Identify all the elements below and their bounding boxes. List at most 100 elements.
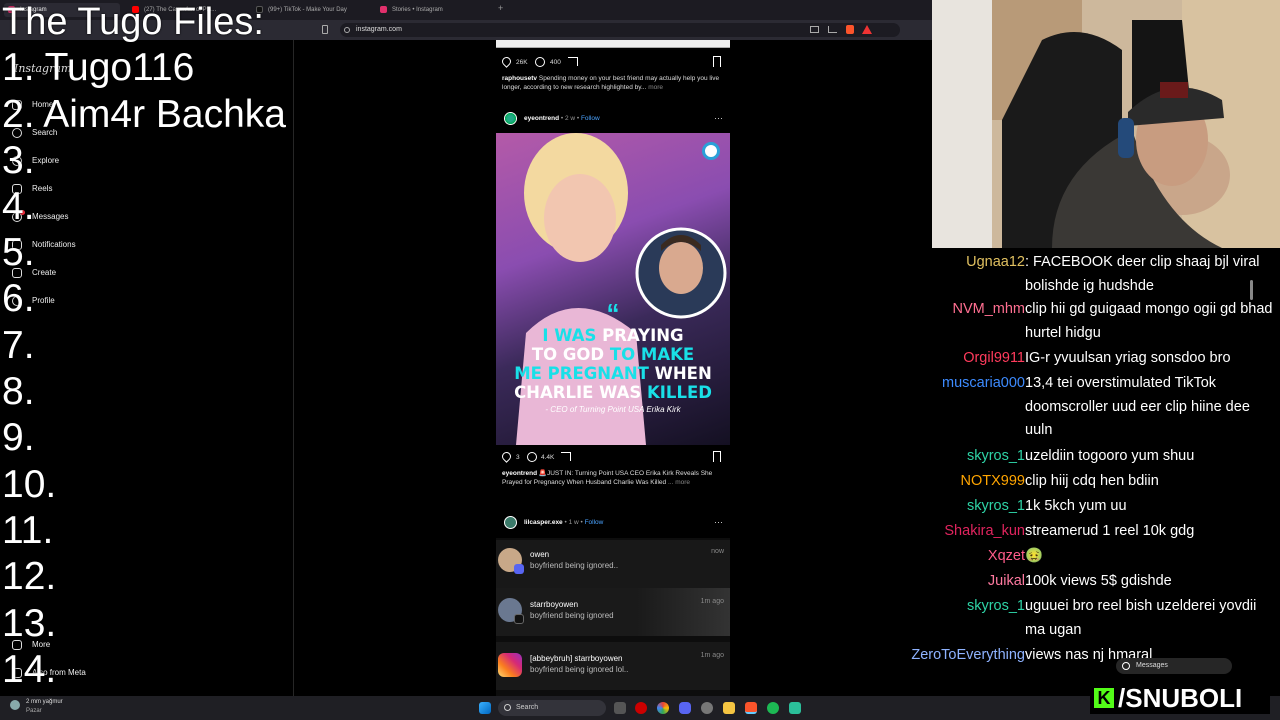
weather-icon[interactable]	[10, 700, 20, 710]
rewards-icon[interactable]	[862, 25, 872, 34]
nav-explore[interactable]: Explore	[12, 155, 59, 167]
like-count: 3	[516, 454, 520, 461]
caption-username[interactable]: raphousetv	[502, 75, 537, 82]
spotify-icon[interactable]	[767, 702, 779, 714]
headline-part: TO MAKE	[609, 345, 695, 364]
instagram-feed: 26K 400 raphousetv Spending money on you…	[496, 40, 730, 696]
task-view-icon[interactable]	[614, 702, 626, 714]
meta-icon	[12, 668, 22, 678]
weather-text[interactable]: 2 mm yağmur	[26, 699, 63, 705]
share-icon[interactable]	[561, 452, 571, 461]
chat-username[interactable]: Ugnaa12	[966, 251, 1025, 275]
nav-label: Create	[32, 268, 57, 277]
taskbar-search[interactable]: Search	[498, 700, 606, 716]
tab-stories[interactable]: Stories • Instagram	[376, 3, 492, 17]
like-icon[interactable]	[500, 55, 513, 68]
follow-button[interactable]: Follow	[581, 115, 600, 122]
brave-shield-icon[interactable]	[846, 25, 854, 34]
chat-message: Orgil9911 IG-r yvuulsan yriag sonsdoo bro	[880, 347, 1280, 372]
save-icon[interactable]	[713, 451, 721, 462]
tab-youtube[interactable]: (27) The Cave: A... of Pla...	[128, 3, 244, 17]
taskbar: 2 mm yağmur Pazar Search	[0, 696, 1280, 720]
chat-username[interactable]: skyros_1	[967, 495, 1025, 519]
avatar[interactable]	[504, 112, 517, 125]
windows-start-icon[interactable]	[479, 702, 491, 714]
post-image[interactable]: owen boyfriend being ignored.. now starr…	[496, 538, 730, 696]
chat-message: muscaria000 13,4 tei overstimulated TikTo…	[880, 372, 1280, 446]
instagram-icon	[8, 6, 15, 13]
post-age: • 2 w •	[560, 115, 580, 122]
chat-username[interactable]: Shakira_kun	[944, 520, 1025, 544]
quote-attribution: - CEO of Turning Point USA Erika Kirk	[545, 405, 681, 414]
more-options-icon[interactable]: ···	[714, 517, 723, 527]
site-info-icon[interactable]	[344, 27, 350, 33]
folder-icon[interactable]	[723, 702, 735, 714]
chat-username[interactable]: Juikal	[988, 570, 1025, 594]
post-image[interactable]: “ I WAS PRAYING TO GOD TO MAKE ME PREGNA…	[496, 133, 730, 445]
chrome-icon[interactable]	[657, 702, 669, 714]
chat-text: streamerud 1 reel 10k gdg	[1025, 523, 1195, 539]
screen-icon[interactable]	[810, 26, 819, 33]
follow-button[interactable]: Follow	[585, 519, 604, 526]
chat-username[interactable]: NOTX999	[961, 470, 1025, 494]
notification-time: 1m ago	[700, 598, 724, 605]
post-username[interactable]: lilcasper.exe	[524, 519, 563, 526]
post-header: lilcasper.exe • 1 w • Follow	[524, 518, 603, 527]
nav-more[interactable]: More	[12, 639, 50, 651]
app-icon[interactable]	[789, 702, 801, 714]
more-link[interactable]: ... more	[668, 479, 690, 486]
chat-username[interactable]: ZeroToEverything	[911, 644, 1025, 668]
bookmark-icon[interactable]	[322, 25, 328, 34]
nav-home[interactable]: Home	[12, 99, 53, 111]
headline-part: KILLED	[647, 383, 712, 402]
caption-username[interactable]: eyeontrend	[502, 470, 537, 477]
new-tab-button[interactable]: +	[498, 3, 503, 13]
chat-message: Shakira_kun streamerud 1 reel 10k gdg	[880, 520, 1280, 545]
share-icon[interactable]	[828, 26, 837, 33]
chat-text: 13,4 tei overstimulated TikTok doomscrol…	[1025, 375, 1250, 438]
comment-icon[interactable]	[535, 57, 545, 67]
nav-reels[interactable]: Reels	[12, 183, 52, 195]
tab-tiktok[interactable]: (99+) TikTok - Make Your Day	[252, 3, 368, 17]
nav-also-from-meta[interactable]: Also from Meta	[12, 667, 86, 679]
comment-icon[interactable]	[527, 452, 537, 462]
chat-message: skyros_1 uguuei bro reel bish uzelderei y…	[880, 595, 1280, 644]
discord-icon[interactable]	[679, 702, 691, 714]
notification-message: boyfriend being ignored	[530, 611, 614, 620]
plus-icon	[12, 268, 22, 278]
chat-message: skyros_1 1k 5kch yum uu	[880, 495, 1280, 520]
brave-icon[interactable]	[745, 702, 757, 714]
headline-part: WHEN	[654, 364, 712, 383]
nav-profile[interactable]: Profile	[12, 295, 55, 307]
tab-label: (27) The Cave: A... of Pla...	[144, 7, 217, 13]
avatar[interactable]	[504, 516, 517, 529]
post-username[interactable]: eyeontrend	[524, 115, 559, 122]
chat-username[interactable]: muscaria000	[942, 372, 1025, 396]
chat-scrollbar[interactable]	[1250, 280, 1253, 300]
instagram-logo[interactable]: Instagram	[14, 62, 71, 75]
steam-icon[interactable]	[701, 702, 713, 714]
chat-username[interactable]: Orgil9911	[963, 347, 1025, 371]
messages-pill[interactable]: Messages	[1116, 658, 1232, 674]
share-icon[interactable]	[568, 57, 578, 66]
chat-username[interactable]: skyros_1	[967, 595, 1025, 619]
nav-messages[interactable]: Messages	[12, 210, 68, 223]
chat-message: Juikal 100k views 5$ gdishde	[880, 570, 1280, 595]
save-icon[interactable]	[713, 56, 721, 67]
more-link[interactable]: more	[648, 84, 663, 91]
opera-icon[interactable]	[635, 702, 647, 714]
chat-text: 1k 5kch yum uu	[1025, 498, 1127, 514]
reels-icon	[12, 184, 22, 194]
chat-username[interactable]: Xqzet	[988, 545, 1025, 569]
more-options-icon[interactable]: ···	[714, 113, 723, 123]
chat-username[interactable]: skyros_1	[967, 445, 1025, 469]
nav-create[interactable]: Create	[12, 267, 56, 279]
nav-search[interactable]: Search	[12, 127, 57, 139]
post-image[interactable]	[496, 40, 730, 48]
nav-notifications[interactable]: Notifications	[12, 239, 76, 251]
like-icon[interactable]	[500, 450, 513, 463]
chat-username[interactable]: NVM_mhm	[952, 298, 1025, 322]
heart-icon	[12, 240, 22, 250]
notification-time: now	[711, 548, 724, 555]
tab-instagram[interactable]: Instagram	[4, 3, 120, 17]
